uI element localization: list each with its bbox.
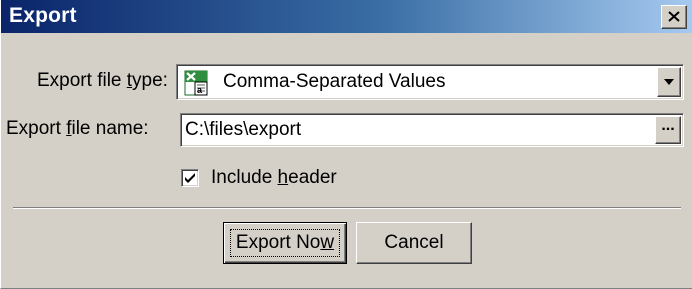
export-dialog: Export Export file type: a Comma-Separat…: [0, 0, 692, 289]
file-name-field[interactable]: ...: [180, 113, 684, 147]
file-name-input[interactable]: [185, 118, 655, 142]
separator-line: [13, 207, 681, 209]
include-header-label-accesskey: h: [277, 167, 289, 188]
include-header-label[interactable]: Include header: [211, 167, 337, 189]
cancel-button[interactable]: Cancel: [356, 222, 472, 264]
file-type-select[interactable]: a Comma-Separated Values: [176, 64, 684, 100]
file-type-label-text-start: Export file: [37, 70, 127, 91]
chevron-down-icon: [664, 79, 674, 85]
file-name-label-text-start: Export: [6, 118, 67, 139]
file-name-label-text-end: ile name:: [71, 118, 149, 139]
dialog-title: Export: [9, 4, 77, 27]
file-type-label-text-end: ype:: [132, 70, 168, 91]
checkmark-icon: [185, 173, 195, 183]
include-header-checkbox[interactable]: [181, 169, 199, 187]
file-name-label: Export file name:: [6, 118, 149, 140]
export-now-label: Export Now: [236, 232, 334, 253]
include-header-label-text-end: eader: [288, 167, 337, 188]
file-type-selected-value: Comma-Separated Values: [223, 71, 446, 92]
dropdown-button[interactable]: [657, 67, 681, 97]
export-now-button[interactable]: Export Now: [223, 222, 347, 264]
file-type-label: Export file type:: [37, 70, 168, 92]
browse-button[interactable]: ...: [655, 116, 681, 144]
export-now-label-text: Export No: [235, 232, 321, 253]
include-header-label-text-start: Include: [211, 167, 278, 188]
close-icon: [668, 11, 680, 22]
close-button[interactable]: [661, 5, 687, 29]
title-bar[interactable]: Export: [1, 0, 692, 33]
spreadsheet-csv-icon: a: [184, 70, 208, 96]
export-now-label-accesskey: w: [320, 232, 335, 253]
